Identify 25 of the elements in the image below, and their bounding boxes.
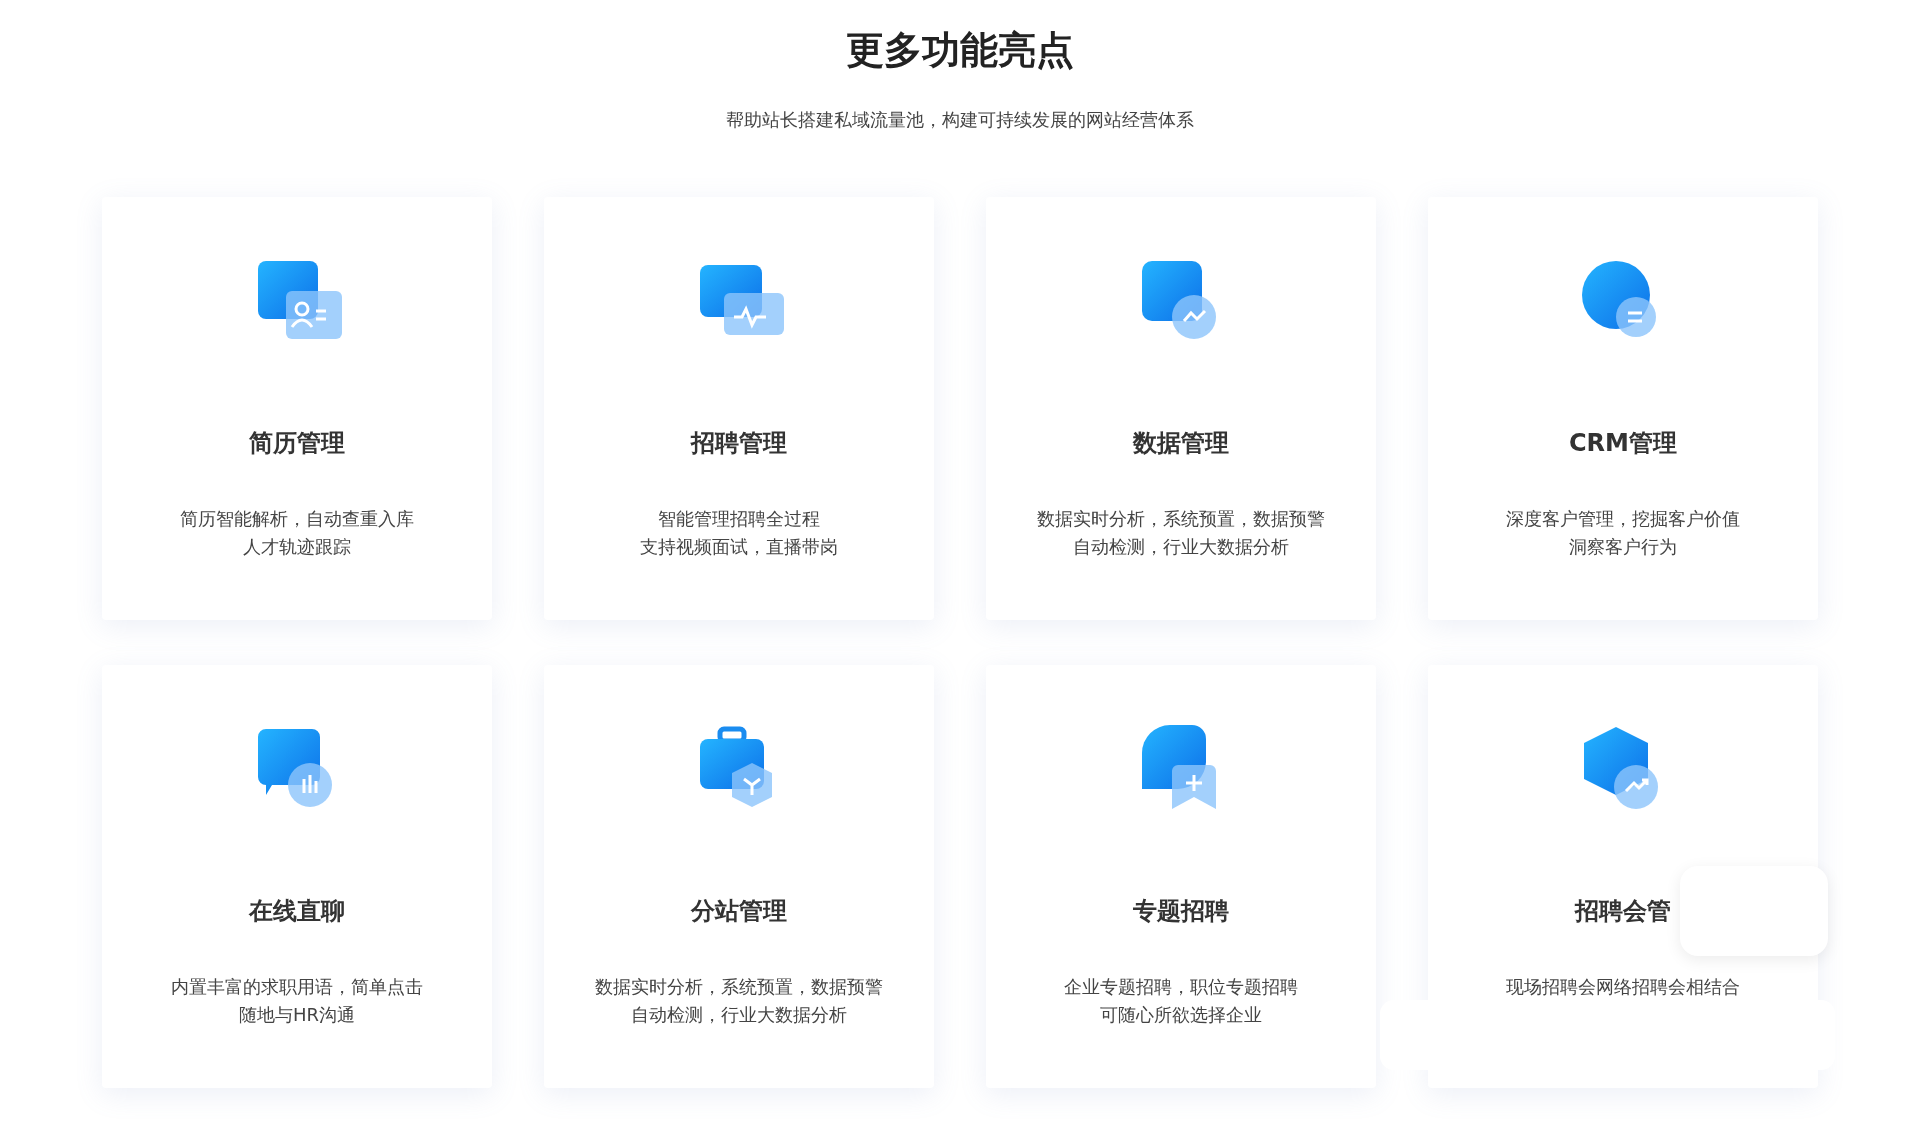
feature-title: 招聘管理 <box>691 428 787 459</box>
feature-description: 现场招聘会网络招聘会相结合 <box>1506 975 1740 999</box>
feature-title: 数据管理 <box>1133 428 1229 459</box>
feature-title: 招聘会管 <box>1575 896 1671 927</box>
feature-description: 企业专题招聘，职位专题招聘 <box>1064 975 1298 999</box>
feature-description: 自动检测，行业大数据分析 <box>631 1003 847 1027</box>
feature-description: 人才轨迹跟踪 <box>243 535 351 559</box>
feature-description: 随地与HR沟通 <box>238 1003 355 1027</box>
feature-title: 简历管理 <box>249 428 345 459</box>
feature-description: 洞察客户行为 <box>1569 535 1677 559</box>
feature-title: CRM管理 <box>1569 428 1677 459</box>
feature-description: 可随心所欲选择企业 <box>1100 1003 1262 1027</box>
feature-description: 自动检测，行业大数据分析 <box>1073 535 1289 559</box>
feature-description: 简历智能解析，自动查重入库 <box>180 507 414 531</box>
feature-description: 数据实时分析，系统预置，数据预警 <box>1037 507 1325 531</box>
feature-description: 支持视频面试，直播带岗 <box>640 535 838 559</box>
feature-description: 深度客户管理，挖掘客户价值 <box>1506 507 1740 531</box>
feature-title: 分站管理 <box>691 896 787 927</box>
feature-title: 专题招聘 <box>1133 896 1229 927</box>
feature-title: 在线直聊 <box>249 896 345 927</box>
feature-description: 数据实时分析，系统预置，数据预警 <box>595 975 883 999</box>
section-subheading: 帮助站长搭建私域流量池，构建可持续发展的网站经营体系 <box>726 108 1194 132</box>
feature-description: 内置丰富的求职用语，简单点击 <box>171 975 423 999</box>
section-heading: 更多功能亮点 <box>846 27 1074 74</box>
feature-description: 智能管理招聘全过程 <box>658 507 820 531</box>
